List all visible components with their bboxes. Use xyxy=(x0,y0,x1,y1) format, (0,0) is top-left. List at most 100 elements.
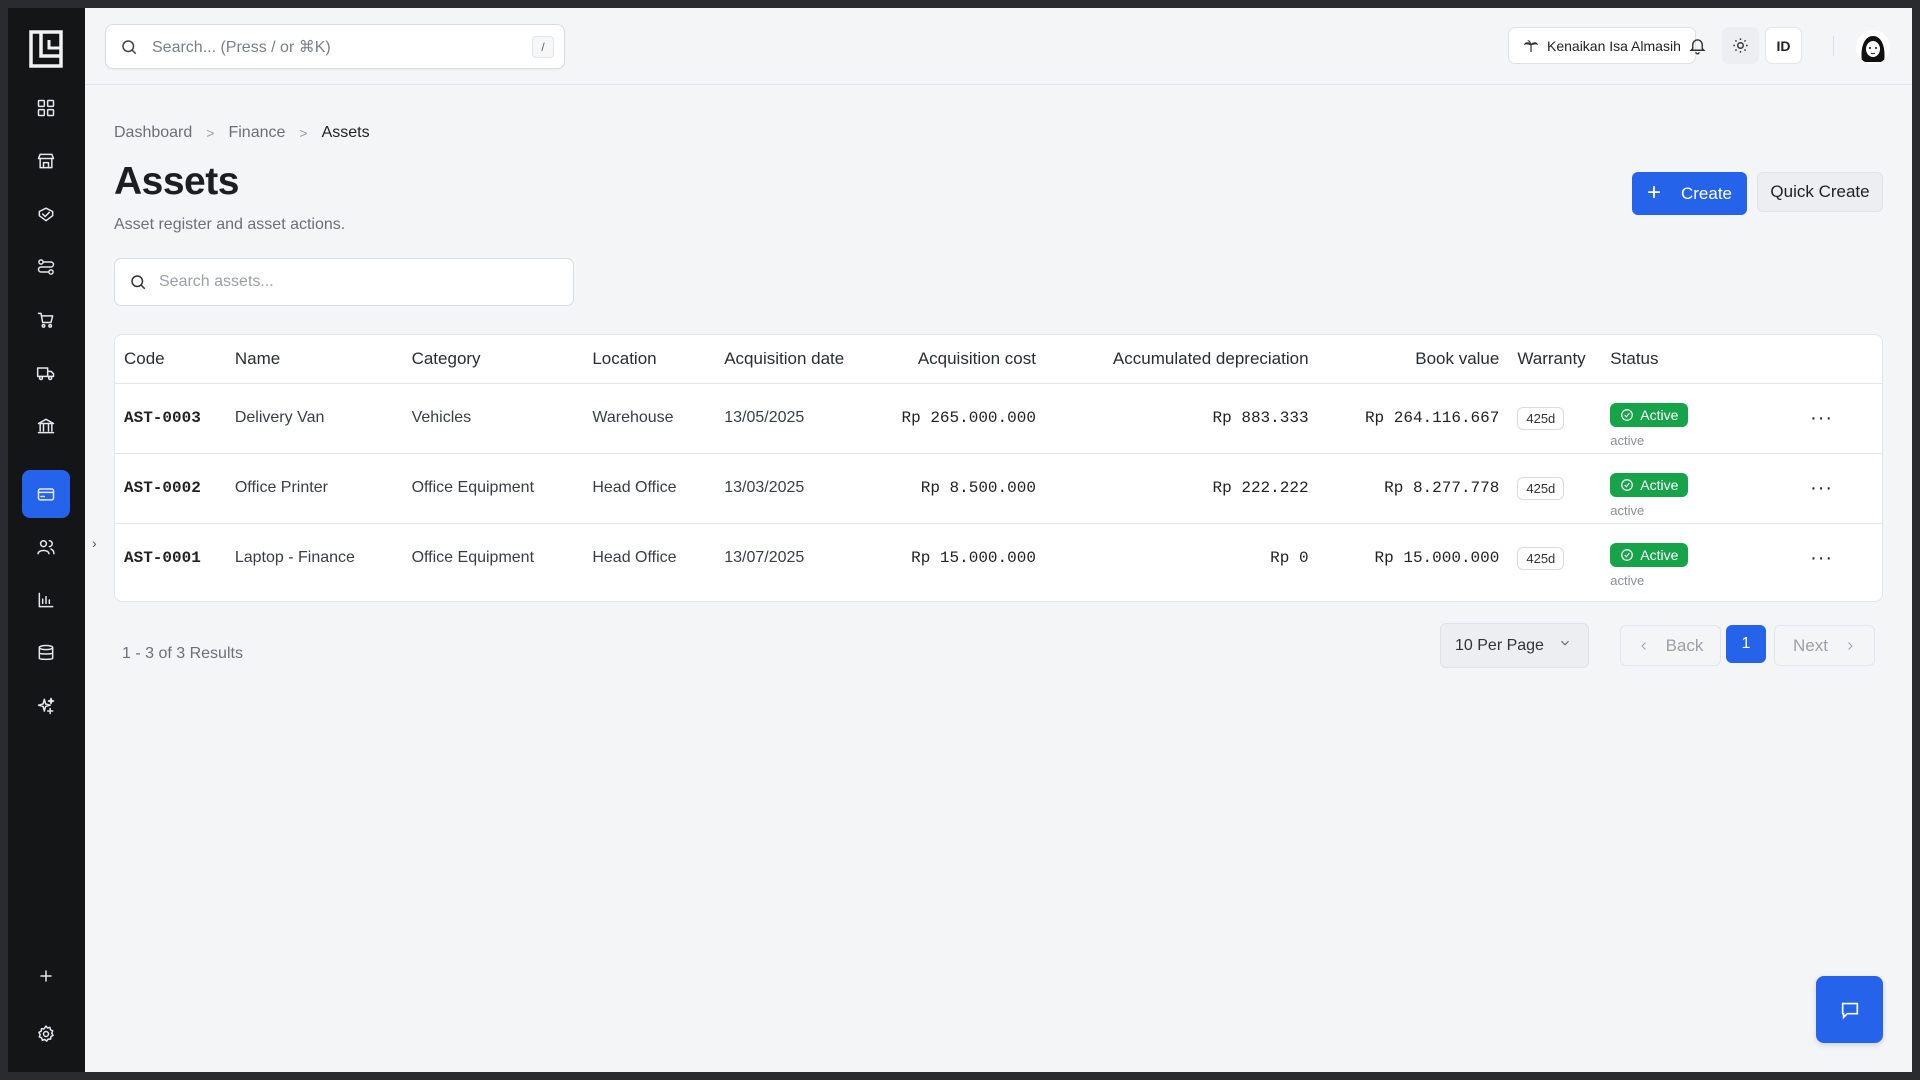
palm-tree-icon xyxy=(1523,39,1539,52)
create-button-label: Create xyxy=(1680,183,1733,203)
col-header-status[interactable]: Status xyxy=(1610,335,1762,384)
truck-icon xyxy=(36,367,55,381)
row-actions-menu-icon[interactable]: ··· xyxy=(1761,383,1882,454)
pagination-page-1[interactable]: 1 xyxy=(1726,625,1766,663)
breadcrumb-dashboard[interactable]: Dashboard xyxy=(114,124,192,142)
page-subtitle: Asset register and asset actions. xyxy=(114,216,346,233)
pagination-next-button[interactable]: Next xyxy=(1774,625,1875,666)
row-actions-menu-icon[interactable]: ··· xyxy=(1761,453,1882,524)
global-search-placeholder: Search... (Press / or ⌘K) xyxy=(152,38,331,56)
table-row[interactable]: AST-0002 Office Printer Office Equipment… xyxy=(115,453,1882,524)
theme-toggle-button[interactable] xyxy=(1722,27,1759,64)
sidebar-item-bank[interactable] xyxy=(22,402,70,450)
per-page-select[interactable]: 10 Per Page xyxy=(1440,623,1589,668)
cell-book-value: Rp 8.277.778 xyxy=(1308,453,1500,524)
sidebar-item-partners[interactable] xyxy=(22,190,70,238)
sidebar-item-reports[interactable] xyxy=(22,576,70,624)
status-subtext: active xyxy=(1610,572,1645,588)
holiday-badge[interactable]: Kenaikan Isa Almasih xyxy=(1508,27,1696,64)
global-search-input[interactable]: Search... (Press / or ⌘K) / xyxy=(105,24,565,69)
col-header-acquisition-date[interactable]: Acquisition date xyxy=(724,335,865,384)
card-icon xyxy=(37,488,55,501)
cell-category: Vehicles xyxy=(411,383,593,454)
status-label: Active xyxy=(1640,476,1679,493)
row-actions-menu-icon[interactable]: ··· xyxy=(1761,523,1882,593)
sidebar-item-users[interactable] xyxy=(22,523,70,571)
col-header-warranty[interactable]: Warranty xyxy=(1499,335,1611,384)
sidebar-add-button[interactable] xyxy=(22,952,70,1000)
pagination-back-label: Back xyxy=(1665,635,1704,655)
chevron-right-icon: > xyxy=(206,125,215,141)
col-header-code[interactable]: Code xyxy=(115,335,235,384)
header-divider xyxy=(1833,36,1834,56)
users-icon xyxy=(37,540,55,555)
breadcrumb-finance[interactable]: Finance xyxy=(228,124,285,142)
col-header-book-value[interactable]: Book value xyxy=(1308,335,1500,384)
sidebar-item-finance[interactable] xyxy=(22,470,70,518)
cell-cost: Rp 8.500.000 xyxy=(864,453,1036,524)
breadcrumb-assets: Assets xyxy=(321,124,370,141)
chevron-right-icon xyxy=(1848,641,1853,650)
app-logo[interactable] xyxy=(29,30,63,68)
chevron-left-icon xyxy=(1640,641,1646,650)
status-badge: Active xyxy=(1610,542,1689,567)
results-count: 1 - 3 of 3 Results xyxy=(122,645,243,662)
cell-location: Head Office xyxy=(592,549,677,567)
user-avatar[interactable] xyxy=(1856,30,1890,64)
col-header-category[interactable]: Category xyxy=(411,335,593,384)
pagination-back-button[interactable]: Back xyxy=(1620,625,1721,666)
table-row[interactable]: AST-0003 Delivery Van Vehicles Warehouse… xyxy=(115,383,1882,454)
cell-date: 13/05/2025 xyxy=(724,383,865,454)
sidebar-item-store[interactable] xyxy=(22,137,70,185)
asset-search-input[interactable]: Search assets... xyxy=(114,258,574,306)
col-header-name[interactable]: Name xyxy=(234,335,412,384)
sidebar-settings-button[interactable] xyxy=(22,1010,70,1058)
chevron-down-icon xyxy=(1558,636,1572,655)
asset-search-placeholder: Search assets... xyxy=(159,273,274,290)
handshake-icon xyxy=(38,207,54,222)
sidebar-item-delivery[interactable] xyxy=(22,349,70,397)
status-label: Active xyxy=(1640,546,1679,563)
cell-code: AST-0002 xyxy=(115,453,235,524)
sidebar-item-workflow[interactable] xyxy=(22,243,70,291)
sidebar-expand-toggle[interactable]: › xyxy=(92,535,97,551)
assets-table: Code Name Category Location Acquisition … xyxy=(114,334,1883,602)
cell-code: AST-0003 xyxy=(115,383,235,454)
warranty-badge: 425d xyxy=(1517,546,1565,570)
cell-book-value: Rp 15.000.000 xyxy=(1374,549,1500,568)
col-header-location[interactable]: Location xyxy=(592,335,725,384)
cell-code: AST-0001 xyxy=(124,549,201,568)
cell-name: Laptop - Finance xyxy=(234,549,355,567)
pagination-next-label: Next xyxy=(1793,635,1828,655)
sidebar-item-dashboard[interactable] xyxy=(22,84,70,132)
check-circle-icon xyxy=(1621,408,1634,421)
cell-cost: Rp 15.000.000 xyxy=(911,549,1036,568)
cell-warranty: 425d xyxy=(1499,453,1611,524)
cell-date: 13/03/2025 xyxy=(724,453,865,524)
sidebar-item-database[interactable] xyxy=(22,629,70,677)
sidebar-item-purchasing[interactable] xyxy=(22,296,70,344)
bank-icon xyxy=(37,418,55,434)
create-button[interactable]: + Create xyxy=(1632,172,1747,215)
table-header-row: Code Name Category Location Acquisition … xyxy=(115,335,1882,384)
cell-location: Head Office xyxy=(592,453,725,524)
warranty-badge: 425d xyxy=(1517,406,1565,430)
sidebar-item-ai[interactable] xyxy=(22,682,70,730)
table-row[interactable]: AST-0001 Laptop - Finance Office Equipme… xyxy=(115,523,1882,593)
status-badge: Active xyxy=(1610,472,1689,497)
language-switcher[interactable]: ID xyxy=(1765,27,1802,64)
cell-depreciation: Rp 222.222 xyxy=(1035,453,1309,524)
col-header-accumulated-depreciation[interactable]: Accumulated depreciation xyxy=(1035,335,1309,384)
status-subtext: active xyxy=(1610,432,1645,448)
plus-icon xyxy=(40,970,52,982)
search-icon xyxy=(131,275,146,290)
chat-icon xyxy=(1841,1002,1858,1019)
status-label: Active xyxy=(1640,406,1679,423)
cell-category: Office Equipment xyxy=(411,453,593,524)
notifications-button[interactable] xyxy=(1679,27,1716,64)
quick-create-button[interactable]: Quick Create xyxy=(1757,172,1883,212)
cart-icon xyxy=(37,312,54,328)
col-header-acquisition-cost[interactable]: Acquisition cost xyxy=(864,335,1036,384)
chat-button[interactable] xyxy=(1816,976,1883,1043)
cell-status: Active active xyxy=(1610,453,1762,524)
